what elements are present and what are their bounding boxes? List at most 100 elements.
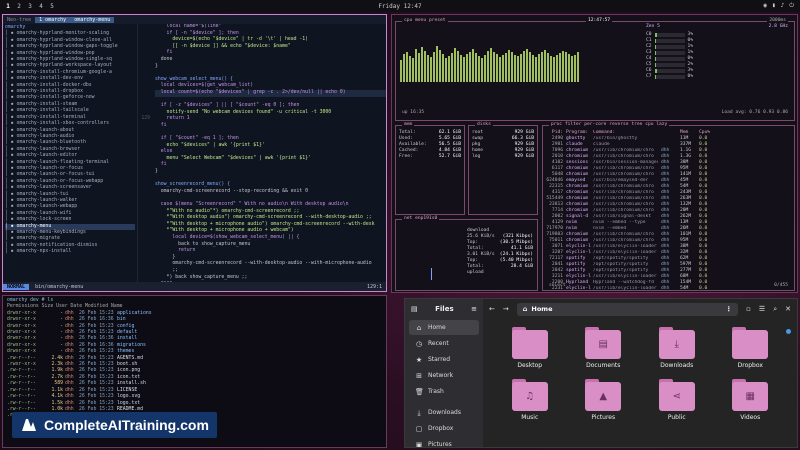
back-arrow-icon[interactable]: ← <box>489 305 495 313</box>
tray-icon-3[interactable]: ⏻ <box>789 2 794 10</box>
code-line[interactable]: ;; <box>155 268 386 275</box>
path-bar[interactable]: ⌂ Home ⋮ <box>516 302 739 316</box>
folder-body: ▦ <box>732 382 769 411</box>
nvim-tab[interactable]: 1 omarchy <box>35 16 71 23</box>
proc-row[interactable]: 2231 elyclin-l/usr/lib/elyclin-loader dhh 5… <box>543 286 794 292</box>
code-line[interactable]: done <box>155 57 386 64</box>
line-number <box>138 83 150 90</box>
line-number <box>138 261 150 268</box>
sidebar-item-pictures[interactable]: ▣ Pictures <box>409 437 479 448</box>
folder-dropbox[interactable]: Dropbox <box>714 327 788 369</box>
folder-documents[interactable]: ▤ Documents <box>567 327 641 369</box>
line-number <box>138 235 150 242</box>
menu-icon[interactable]: ≡ <box>471 305 477 313</box>
tree-file[interactable]: │ ▪ omarchy-npx-install <box>5 249 135 255</box>
code-line[interactable]: local device=$(show_webcam_select_menu) … <box>155 235 386 242</box>
code-line[interactable]: *"With desktop audio") omarchy-cmd-scree… <box>155 215 386 222</box>
cpu-graph-bar <box>487 51 489 82</box>
line-number <box>138 176 150 183</box>
code-line[interactable]: return <box>155 248 386 255</box>
sidebar-item-dropbox[interactable]: ▢ Dropbox <box>409 421 479 436</box>
line-number <box>138 136 150 143</box>
folder-public[interactable]: ⋖ Public <box>640 379 714 421</box>
view-toggle-icon[interactable]: ☰ <box>759 305 765 313</box>
tray-icon-1[interactable]: ▮ <box>772 2 776 10</box>
folder-label: Downloads <box>660 362 694 369</box>
tree-file[interactable]: │ ▪ omarchy-hyprland-window-gaps-toggle <box>5 44 135 50</box>
code-line[interactable]: echo "$devices" | awk '{print $1}' <box>155 143 386 150</box>
folder-body: ⤓ <box>658 330 695 359</box>
line-number <box>138 156 150 163</box>
line-number <box>138 44 150 51</box>
folder-icon: ▲ <box>585 379 622 411</box>
code-line[interactable]: *"With desktop + microphone audio + webc… <box>155 228 386 235</box>
code-line[interactable]: fi <box>155 50 386 57</box>
folder-desktop[interactable]: Desktop <box>493 327 567 369</box>
code-line[interactable]: if [ "$count" -eq 1 ]; then <box>155 136 386 143</box>
close-icon[interactable]: ✕ <box>785 305 791 313</box>
code-line[interactable]: local count=$(echo "$devices" | grep -c … <box>155 89 386 97</box>
code-line[interactable]: fi <box>155 162 386 169</box>
cpu-core-bar <box>654 33 685 37</box>
folder-music[interactable]: ♫ Music <box>493 379 567 421</box>
folder-label: Pictures <box>591 414 616 421</box>
clock[interactable]: Friday 12:47 <box>0 3 800 10</box>
code-editor[interactable]: 129 local name="$(line" if [ -n "$device… <box>138 24 386 282</box>
sidebar-item-home[interactable]: ⌂ Home <box>409 320 479 335</box>
cpu-graph-bar <box>460 55 462 82</box>
cpu-usage-graph <box>400 42 590 82</box>
new-folder-icon[interactable]: ▫ <box>746 305 751 313</box>
code-line[interactable]: else <box>155 149 386 156</box>
folder-videos[interactable]: ▦ Videos <box>714 379 788 421</box>
folder-body: ▤ <box>585 330 622 359</box>
code-line[interactable]: menu "Select Webcam" "$devices" | awk '{… <box>155 156 386 163</box>
code-line[interactable] <box>155 70 386 77</box>
code-line[interactable]: device=$(echo "$device" | tr -d '\t' | h… <box>155 37 386 44</box>
proc-select[interactable]: select <box>549 283 566 289</box>
sidebar-item-network[interactable]: ⊞ Network <box>409 368 479 383</box>
sidebar-item-recent[interactable]: ◷ Recent <box>409 336 479 351</box>
code-line[interactable]: *) back show_capture_menu ;; <box>155 275 386 282</box>
neo-tree-panel[interactable]: omarchy │ ▪ omarchy-hyprland-monitor-sca… <box>3 24 138 282</box>
cpu-graph-bar <box>517 56 519 82</box>
code-lines[interactable]: local name="$(line" if [ -n "$device" ];… <box>152 24 386 282</box>
tray-icon-2[interactable]: ♪ <box>781 2 785 10</box>
sidebar-item-label: Downloads <box>428 409 461 416</box>
code-line[interactable]: return 1 <box>155 116 386 123</box>
code-line[interactable]: } <box>155 64 386 71</box>
btop-window[interactable]: cpu menu preset 12:47:57 2000ms Zen 5 2.… <box>391 14 798 293</box>
cpu-graph-bar <box>415 49 417 82</box>
disk-row-key: log <box>472 154 481 159</box>
path-menu-icon[interactable]: ⋮ <box>726 305 733 313</box>
cpu-graph-bar <box>490 48 492 82</box>
cpu-graph-bar <box>574 55 576 82</box>
search-icon[interactable]: ⌕ <box>773 305 777 314</box>
tray-icon-0[interactable]: ◉ <box>763 2 767 10</box>
code-line[interactable]: } <box>155 169 386 176</box>
cpu-core-bar-fill <box>654 39 656 43</box>
sidebar-item-starred[interactable]: ★ Starred <box>409 352 479 367</box>
folder-downloads[interactable]: ⤓ Downloads <box>640 327 714 369</box>
code-line[interactable]: case $(menu "Screenrecord" " With no aud… <box>155 202 386 209</box>
nvim-tab[interactable]: Neo-tree <box>3 17 35 23</box>
system-tray[interactable]: ◉ ▮ ♪ ⏻ <box>763 2 794 10</box>
code-line[interactable]: omarchy-cmd-screenrecord --with-desktop-… <box>155 261 386 268</box>
code-line[interactable]: show_screenrecord_menu() { <box>155 182 386 189</box>
sidebar-item-trash[interactable]: 🗑 Trash <box>409 384 479 399</box>
line-number <box>138 24 150 31</box>
code-line[interactable]: local name="$(line" <box>155 24 386 31</box>
folder-pictures[interactable]: ▲ Pictures <box>567 379 641 421</box>
line-number <box>138 90 150 97</box>
code-line[interactable]: local devices=$(get_webcam_list) <box>155 83 386 90</box>
mem-row-key: Free: <box>399 154 413 159</box>
files-window[interactable]: ▤ Files ≡ ⌂ Home ◷ Recent ★ Starred ⊞ Network 🗑 T… <box>404 298 798 448</box>
code-line[interactable]: [[ -n $device ]] && echo "$device: $name… <box>155 44 386 51</box>
neovim-window[interactable]: Neo-tree 1 omarchy omarchy-menu omarchy │ … <box>2 14 387 292</box>
nvim-tab[interactable]: omarchy-menu <box>70 16 115 23</box>
forward-arrow-icon[interactable]: → <box>503 305 509 313</box>
code-line[interactable]: if [ -z "$devices" ] || [ "$count" -eq 0… <box>155 103 386 110</box>
code-line[interactable]: fi <box>155 123 386 130</box>
sidebar-toggle-icon[interactable]: ▤ <box>411 305 418 313</box>
sidebar-item-downloads[interactable]: ⤓ Downloads <box>409 405 479 420</box>
code-line[interactable]: omarchy-cmd-screenrecord --stop-recordin… <box>155 189 386 196</box>
